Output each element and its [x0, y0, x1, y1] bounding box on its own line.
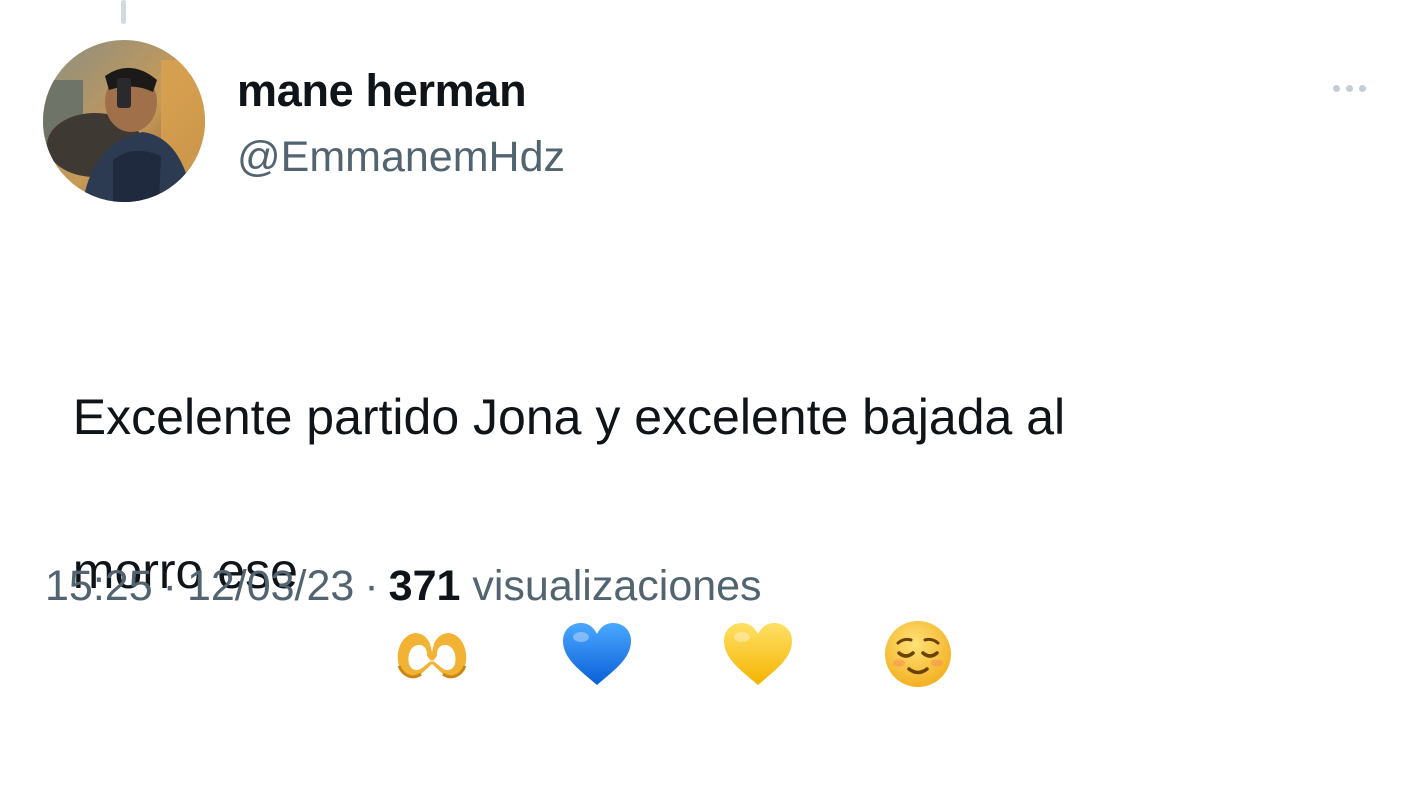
meta-separator: · — [364, 562, 379, 610]
tweet-text: Excelente partido Jona y excelente bajad… — [45, 302, 1365, 788]
author-display-name[interactable]: mane herman — [237, 64, 527, 118]
avatar[interactable] — [43, 40, 205, 202]
thread-connector-line — [121, 0, 126, 24]
more-horizontal-icon — [1332, 84, 1340, 92]
author-handle[interactable]: @EmmanemHdz — [237, 130, 565, 184]
tweet-date[interactable]: 12/03/23 — [187, 562, 354, 610]
meta-separator: · — [162, 562, 177, 610]
tweet-time[interactable]: 15:25 — [45, 562, 153, 610]
more-options-button[interactable] — [1318, 70, 1380, 106]
more-dot — [1345, 84, 1353, 92]
tweet-text-line1: Excelente partido Jona y excelente bajad… — [72, 389, 1066, 445]
tweet-metadata: 15:25 · 12/03/23 · 371 visualizaciones — [45, 558, 762, 614]
relieved-face-emoji — [800, 542, 953, 788]
views-count[interactable]: 371 — [389, 562, 461, 610]
more-dot — [1358, 84, 1366, 92]
views-label[interactable]: visualizaciones — [472, 562, 761, 610]
